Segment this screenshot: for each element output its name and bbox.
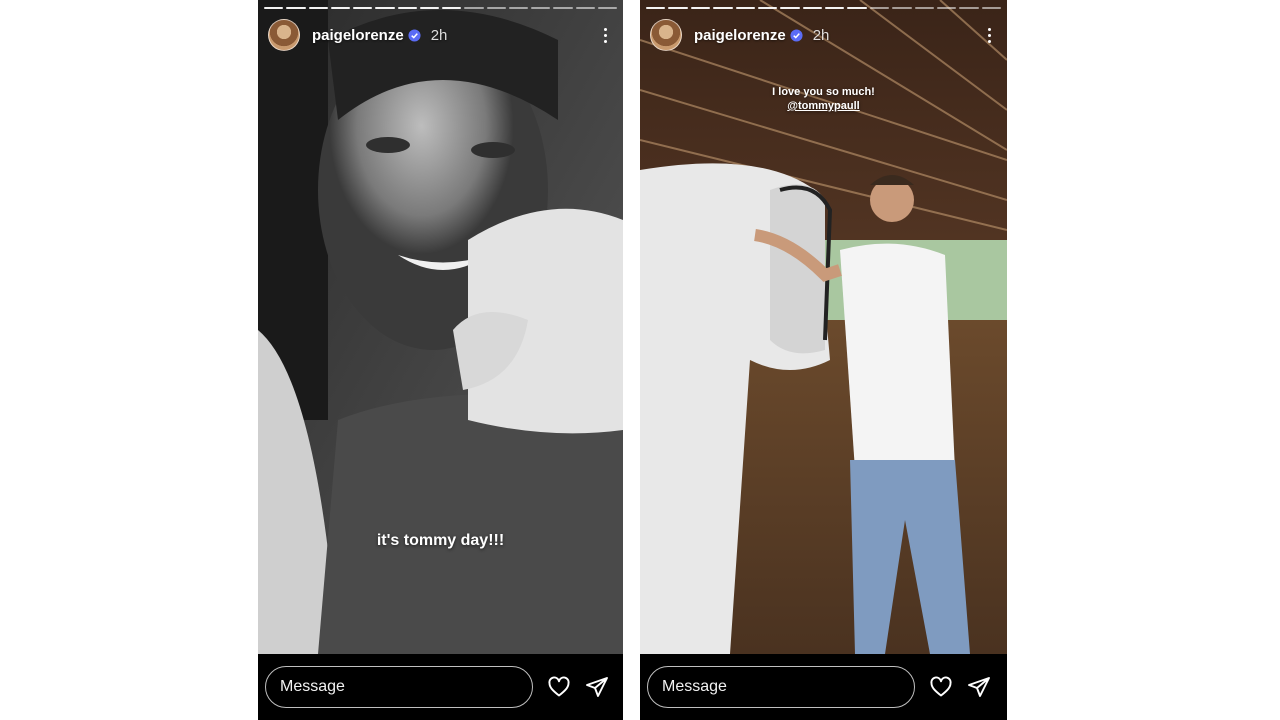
more-options-icon[interactable] (981, 25, 997, 45)
more-options-icon[interactable] (597, 25, 613, 45)
story-header: paigelorenze 2h (268, 18, 613, 52)
message-input[interactable]: Message (647, 666, 915, 708)
caption-text: I love you so much! (772, 86, 875, 98)
heart-icon[interactable] (546, 674, 572, 700)
story-panel-left[interactable]: paigelorenze 2h it's tommy day!!! Messag… (258, 0, 623, 720)
verified-badge-icon (790, 28, 803, 42)
story-header: paigelorenze 2h (650, 18, 997, 52)
story-timestamp: 2h (430, 26, 448, 44)
story-progress-bar (264, 7, 617, 9)
avatar[interactable] (650, 19, 682, 51)
story-progress-bar (646, 7, 1001, 9)
username[interactable]: paigelorenze (312, 27, 404, 44)
story-timestamp: 2h (812, 26, 830, 44)
message-placeholder: Message (280, 678, 345, 695)
send-icon[interactable] (584, 674, 610, 700)
story-photo-bw-portrait (258, 0, 623, 654)
message-placeholder: Message (662, 678, 727, 695)
story-caption: it's tommy day!!! (376, 532, 505, 549)
story-footer: Message (640, 654, 1007, 720)
story-panel-right[interactable]: paigelorenze 2h I love you so much! @tom… (640, 0, 1007, 720)
username[interactable]: paigelorenze (694, 27, 786, 44)
heart-icon[interactable] (928, 674, 954, 700)
story-footer: Message (258, 654, 623, 720)
verified-badge-icon (408, 28, 421, 42)
message-input[interactable]: Message (265, 666, 533, 708)
send-icon[interactable] (966, 674, 992, 700)
avatar[interactable] (268, 19, 300, 51)
mention-link[interactable]: @tommypaull (640, 99, 1007, 113)
story-caption: I love you so much! @tommypaull (640, 85, 1007, 113)
